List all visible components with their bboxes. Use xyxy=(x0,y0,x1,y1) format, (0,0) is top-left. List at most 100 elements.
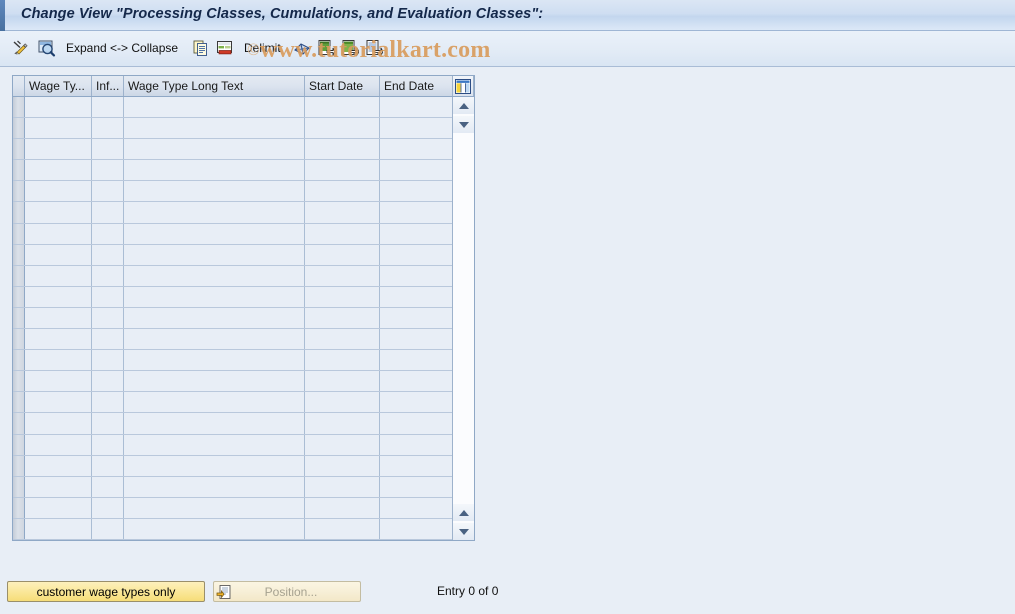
table-cell-end-date[interactable] xyxy=(380,223,452,244)
table-cell-wage-type-long-text[interactable] xyxy=(124,350,305,371)
table-cell-end-date[interactable] xyxy=(380,455,452,476)
table-cell-start-date[interactable] xyxy=(305,202,380,223)
table-cell-end-date[interactable] xyxy=(380,139,452,160)
table-cell-start-date[interactable] xyxy=(305,97,380,118)
table-row[interactable] xyxy=(13,413,474,435)
row-selector-cell[interactable] xyxy=(13,476,25,497)
row-selector-cell[interactable] xyxy=(13,518,25,539)
table-cell-infotype[interactable] xyxy=(92,307,124,329)
table-cell-end-date[interactable] xyxy=(380,286,452,307)
row-selector-cell[interactable] xyxy=(13,434,25,455)
table-cell-infotype[interactable] xyxy=(92,181,124,202)
table-cell-end-date[interactable] xyxy=(380,307,452,329)
row-selector-cell[interactable] xyxy=(13,286,25,307)
display-entry-button[interactable] xyxy=(34,35,58,61)
table-cell-wage-type-long-text[interactable] xyxy=(124,181,305,202)
table-cell-end-date[interactable] xyxy=(380,160,452,181)
table-cell-wage-type[interactable] xyxy=(25,371,92,392)
row-selector-cell[interactable] xyxy=(13,329,25,350)
table-cell-start-date[interactable] xyxy=(305,518,380,539)
column-header-wage-type-long-text[interactable]: Wage Type Long Text xyxy=(124,76,305,96)
row-selector-cell[interactable] xyxy=(13,413,25,434)
table-cell-infotype[interactable] xyxy=(92,97,124,118)
table-cell-wage-type-long-text[interactable] xyxy=(124,139,305,160)
row-selector-cell[interactable] xyxy=(13,244,25,265)
table-cell-infotype[interactable] xyxy=(92,434,124,455)
table-cell-infotype[interactable] xyxy=(92,202,124,223)
table-row[interactable] xyxy=(13,497,474,519)
column-header-start-date[interactable]: Start Date xyxy=(305,76,380,96)
table-cell-infotype[interactable] xyxy=(92,118,124,139)
undo-button[interactable] xyxy=(290,35,314,61)
table-cell-infotype[interactable] xyxy=(92,392,124,413)
table-cell-wage-type-long-text[interactable] xyxy=(124,160,305,181)
table-cell-end-date[interactable] xyxy=(380,476,452,497)
table-cell-wage-type[interactable] xyxy=(25,160,92,181)
table-cell-start-date[interactable] xyxy=(305,118,380,139)
table-cell-infotype[interactable] xyxy=(92,518,124,539)
table-cell-end-date[interactable] xyxy=(380,413,452,434)
table-cell-wage-type-long-text[interactable] xyxy=(124,434,305,455)
table-cell-wage-type[interactable] xyxy=(25,329,92,350)
table-cell-infotype[interactable] xyxy=(92,413,124,434)
table-cell-start-date[interactable] xyxy=(305,455,380,476)
table-row[interactable] xyxy=(13,244,474,266)
table-cell-wage-type[interactable] xyxy=(25,202,92,223)
expand-collapse-button[interactable]: Expand <-> Collapse xyxy=(62,35,182,61)
table-cell-wage-type[interactable] xyxy=(25,223,92,244)
table-cell-end-date[interactable] xyxy=(380,181,452,202)
table-row[interactable] xyxy=(13,223,474,245)
table-row[interactable] xyxy=(13,97,474,119)
row-selector-cell[interactable] xyxy=(13,202,25,223)
table-cell-wage-type[interactable] xyxy=(25,181,92,202)
table-cell-end-date[interactable] xyxy=(380,518,452,539)
table-cell-end-date[interactable] xyxy=(380,202,452,223)
table-row[interactable] xyxy=(13,455,474,477)
table-row[interactable] xyxy=(13,307,474,330)
row-selector-cell[interactable] xyxy=(13,307,25,329)
table-row[interactable] xyxy=(13,139,474,161)
table-cell-wage-type-long-text[interactable] xyxy=(124,223,305,244)
table-cell-start-date[interactable] xyxy=(305,497,380,518)
table-cell-wage-type-long-text[interactable] xyxy=(124,118,305,139)
table-cell-start-date[interactable] xyxy=(305,392,380,413)
scroll-up-button-top[interactable] xyxy=(453,97,474,114)
copy-as-button[interactable] xyxy=(190,35,212,61)
table-cell-wage-type-long-text[interactable] xyxy=(124,97,305,118)
table-cell-end-date[interactable] xyxy=(380,392,452,413)
table-row[interactable] xyxy=(13,371,474,393)
detail-entry-button[interactable] xyxy=(363,35,385,61)
row-selector-cell[interactable] xyxy=(13,392,25,413)
table-cell-infotype[interactable] xyxy=(92,265,124,286)
table-cell-start-date[interactable] xyxy=(305,139,380,160)
row-selector-cell[interactable] xyxy=(13,350,25,371)
table-row[interactable] xyxy=(13,160,474,182)
table-row[interactable] xyxy=(13,434,474,456)
table-cell-start-date[interactable] xyxy=(305,350,380,371)
column-header-infotype[interactable]: Inf... xyxy=(92,76,124,96)
position-button[interactable]: Position... xyxy=(213,581,361,602)
table-cell-start-date[interactable] xyxy=(305,307,380,329)
delimit-button[interactable]: Delimit xyxy=(240,35,285,61)
table-cell-wage-type[interactable] xyxy=(25,518,92,539)
table-cell-wage-type[interactable] xyxy=(25,244,92,265)
table-cell-start-date[interactable] xyxy=(305,244,380,265)
table-cell-wage-type-long-text[interactable] xyxy=(124,307,305,329)
table-cell-infotype[interactable] xyxy=(92,350,124,371)
table-cell-end-date[interactable] xyxy=(380,497,452,518)
table-cell-wage-type[interactable] xyxy=(25,434,92,455)
table-cell-wage-type[interactable] xyxy=(25,97,92,118)
table-cell-wage-type-long-text[interactable] xyxy=(124,476,305,497)
row-selector-cell[interactable] xyxy=(13,118,25,139)
table-cell-wage-type[interactable] xyxy=(25,497,92,518)
column-header-end-date[interactable]: End Date xyxy=(380,76,452,96)
table-cell-end-date[interactable] xyxy=(380,371,452,392)
change-entry-button[interactable] xyxy=(10,35,32,61)
table-row[interactable] xyxy=(13,350,474,372)
table-cell-infotype[interactable] xyxy=(92,244,124,265)
table-cell-wage-type-long-text[interactable] xyxy=(124,392,305,413)
table-row[interactable] xyxy=(13,181,474,203)
column-settings-button[interactable] xyxy=(452,76,474,96)
table-row[interactable] xyxy=(13,202,474,224)
table-cell-wage-type[interactable] xyxy=(25,413,92,434)
